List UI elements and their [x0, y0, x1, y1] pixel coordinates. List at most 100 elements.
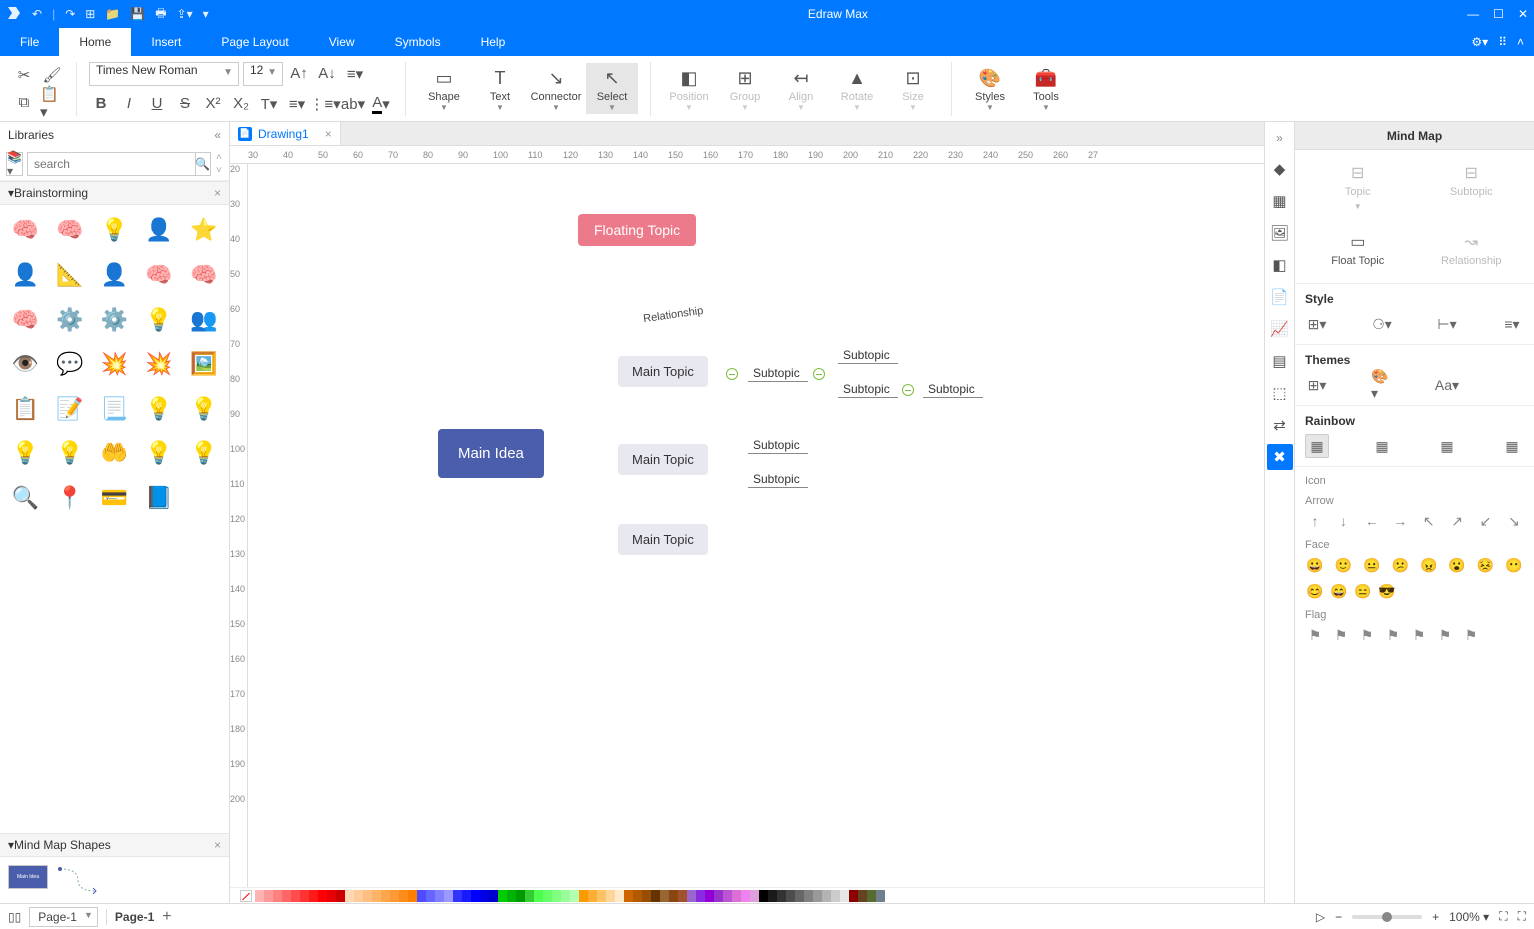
library-shape[interactable]: 📐	[51, 256, 90, 295]
color-swatch[interactable]	[723, 890, 732, 902]
open-icon[interactable]: 📁	[105, 7, 120, 21]
increase-font-icon[interactable]: A↑	[287, 62, 311, 86]
size-button[interactable]: ⊡Size▼	[887, 63, 939, 114]
section-mindmap-shapes[interactable]: ▾ Mind Map Shapes×	[0, 833, 229, 857]
color-swatch[interactable]	[561, 890, 570, 902]
face-icon[interactable]: 😊	[1305, 581, 1325, 601]
italic-icon[interactable]: I	[117, 92, 141, 116]
library-shape[interactable]: 🧠	[51, 211, 90, 250]
add-relationship-button[interactable]: ↝Relationship	[1419, 227, 1525, 273]
flag-icon[interactable]: ⚑	[1331, 625, 1351, 645]
strip-grid-icon[interactable]: ▦	[1267, 188, 1293, 214]
strip-swap-icon[interactable]: ⇄	[1267, 412, 1293, 438]
library-shape[interactable]: ⚙️	[51, 300, 90, 339]
tab-view[interactable]: View	[309, 28, 375, 56]
subtopic-node[interactable]: Subtopic	[753, 472, 800, 486]
library-shape[interactable]: 💳	[95, 479, 134, 518]
add-page-icon[interactable]: +	[162, 908, 171, 926]
color-swatch[interactable]	[444, 890, 453, 902]
subscript-icon[interactable]: X₂	[229, 92, 253, 116]
color-swatch[interactable]	[327, 890, 336, 902]
library-shape[interactable]: 💬	[51, 345, 90, 384]
font-color-icon[interactable]: A▾	[369, 92, 393, 116]
color-swatch[interactable]	[624, 890, 633, 902]
color-swatch[interactable]	[408, 890, 417, 902]
color-swatch[interactable]	[750, 890, 759, 902]
main-topic-node[interactable]: Main Topic	[618, 444, 708, 475]
tools-button[interactable]: 🧰Tools▼	[1020, 63, 1072, 114]
color-swatch[interactable]	[813, 890, 822, 902]
style-branch-icon[interactable]: ⊢▾	[1435, 312, 1459, 336]
no-color-swatch[interactable]	[240, 890, 252, 902]
format-painter-icon[interactable]: 🖌	[40, 63, 64, 87]
align-text-icon[interactable]: ≡▾	[343, 62, 367, 86]
expand-toggle-icon[interactable]	[902, 384, 914, 396]
text-button[interactable]: TText▼	[474, 63, 526, 114]
strip-layers-icon[interactable]: ◧	[1267, 252, 1293, 278]
arrow-downleft-icon[interactable]: ↙	[1476, 511, 1496, 531]
fullscreen-icon[interactable]: ⛶	[1518, 909, 1526, 924]
color-swatch[interactable]	[426, 890, 435, 902]
add-topic-button[interactable]: ⊟Topic▼	[1305, 158, 1411, 217]
color-swatch[interactable]	[759, 890, 768, 902]
color-swatch[interactable]	[642, 890, 651, 902]
color-swatch[interactable]	[822, 890, 831, 902]
color-swatch[interactable]	[795, 890, 804, 902]
tab-page-layout[interactable]: Page Layout	[201, 28, 308, 56]
zoom-value[interactable]: 100% ▾	[1449, 910, 1489, 924]
strip-shape-icon[interactable]: ◆	[1267, 156, 1293, 182]
color-swatch[interactable]	[435, 890, 444, 902]
minimize-icon[interactable]: —	[1467, 7, 1479, 21]
color-swatch[interactable]	[471, 890, 480, 902]
library-shape[interactable]: 🔍	[6, 479, 45, 518]
library-shape[interactable]: 💡	[140, 434, 179, 473]
subtopic-node[interactable]: Subtopic	[843, 348, 890, 362]
library-picker-icon[interactable]: 📚▾	[6, 152, 23, 176]
close-section-icon[interactable]: ×	[214, 838, 221, 852]
shape-button[interactable]: ▭Shape▼	[418, 63, 470, 114]
zoom-out-icon[interactable]: −	[1335, 910, 1342, 924]
connector-button[interactable]: ↘Connector▼	[530, 63, 582, 114]
library-shape[interactable]: 👁️	[6, 345, 45, 384]
library-shape[interactable]: ⚙️	[95, 300, 134, 339]
group-button[interactable]: ⊞Group▼	[719, 63, 771, 114]
color-swatch[interactable]	[318, 890, 327, 902]
bullets-icon[interactable]: ⋮≡▾	[313, 92, 337, 116]
face-icon[interactable]: 😮	[1447, 555, 1467, 575]
rotate-button[interactable]: ▲Rotate▼	[831, 63, 883, 114]
face-icon[interactable]: 😄	[1329, 581, 1349, 601]
color-swatch[interactable]	[777, 890, 786, 902]
face-icon[interactable]: 😕	[1390, 555, 1410, 575]
color-swatch[interactable]	[345, 890, 354, 902]
color-swatch[interactable]	[714, 890, 723, 902]
arrow-left-icon[interactable]: ←	[1362, 511, 1382, 531]
library-shape[interactable]: 👥	[184, 300, 223, 339]
color-swatch[interactable]	[363, 890, 372, 902]
strip-image-icon[interactable]: 🖼	[1267, 220, 1293, 246]
font-family-select[interactable]: Times New Roman▼	[89, 62, 239, 86]
library-shape[interactable]: 💡	[6, 434, 45, 473]
library-shape[interactable]: 🖼️	[184, 345, 223, 384]
library-shape[interactable]: 💡	[140, 300, 179, 339]
color-swatch[interactable]	[417, 890, 426, 902]
color-swatch[interactable]	[876, 890, 885, 902]
color-swatch[interactable]	[534, 890, 543, 902]
section-brainstorming[interactable]: ▾ Brainstorming×	[0, 181, 229, 205]
color-swatch[interactable]	[831, 890, 840, 902]
paste-icon[interactable]: 📋▾	[40, 91, 64, 115]
save-icon[interactable]: 💾	[130, 7, 145, 21]
arrow-down-icon[interactable]: ↓	[1333, 511, 1353, 531]
rainbow-option-3[interactable]: ▦	[1435, 434, 1459, 458]
color-swatch[interactable]	[786, 890, 795, 902]
color-swatch[interactable]	[651, 890, 660, 902]
strip-frame-icon[interactable]: ⬚	[1267, 380, 1293, 406]
main-idea-node[interactable]: Main Idea	[438, 429, 544, 478]
color-swatch[interactable]	[606, 890, 615, 902]
scroll-down-icon[interactable]: ˅	[216, 165, 222, 176]
color-swatch[interactable]	[453, 890, 462, 902]
styles-button[interactable]: 🎨Styles▼	[964, 63, 1016, 114]
library-shape[interactable]: 📃	[95, 389, 134, 428]
add-subtopic-button[interactable]: ⊟Subtopic	[1419, 158, 1525, 217]
color-swatch[interactable]	[687, 890, 696, 902]
arrow-upright-icon[interactable]: ↗	[1447, 511, 1467, 531]
